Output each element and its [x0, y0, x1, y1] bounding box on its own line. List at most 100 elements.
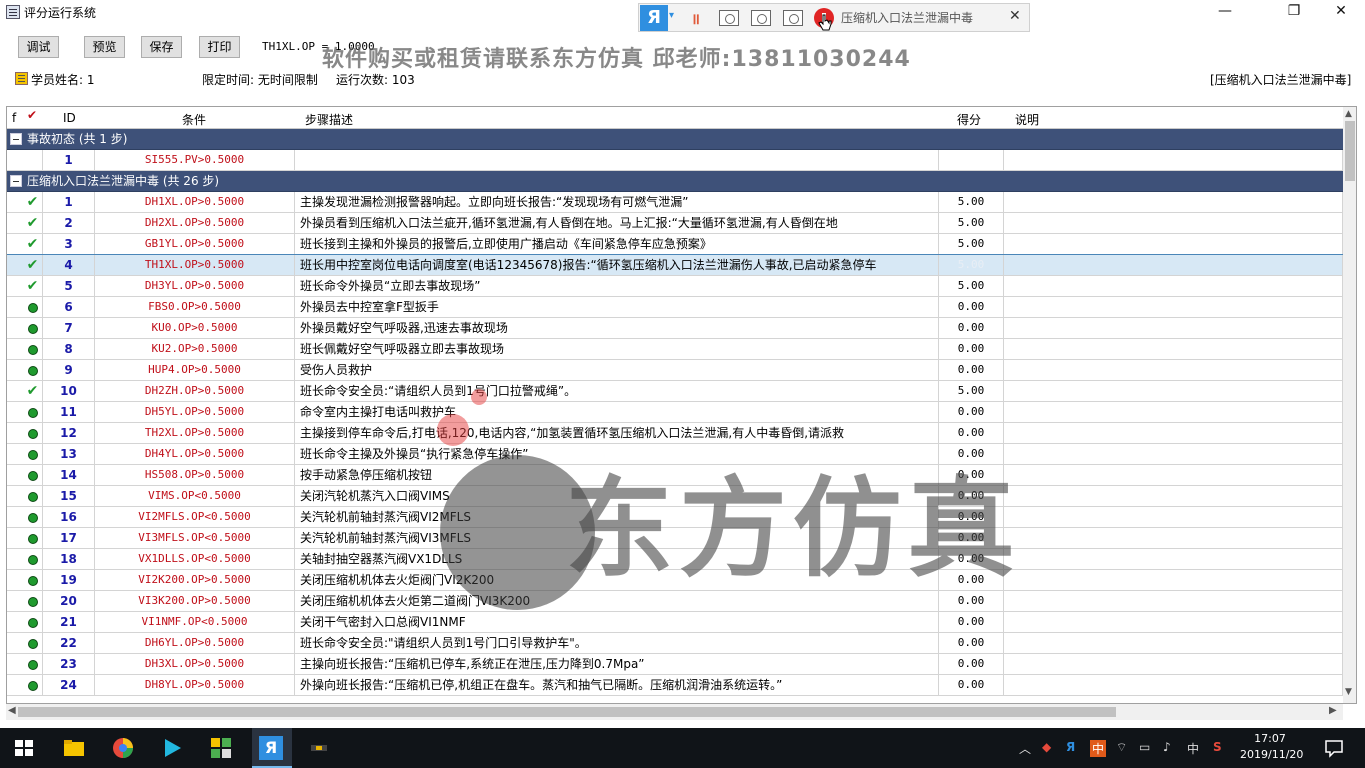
- scroll-down-icon[interactable]: ▼: [1345, 687, 1352, 697]
- table-row[interactable]: 19 VI2K200.OP>0.5000 关闭压缩机机体去火炬阀门VI2K200 0.…: [7, 570, 1343, 591]
- close-button[interactable]: ✕: [1318, 0, 1364, 24]
- table-row[interactable]: 9 HUP4.OP>0.5000 受伤人员救护 0.00: [7, 360, 1343, 381]
- tray-expand-icon[interactable]: ︿: [1019, 740, 1031, 757]
- table-row[interactable]: 15 VIMS.OP<0.5000 关闭汽轮机蒸汽入口阀VIMS 0.00: [7, 486, 1343, 507]
- wifi-icon[interactable]: ⌔: [1116, 740, 1127, 755]
- status-dot-icon: [27, 302, 38, 313]
- recorder-camera-icon[interactable]: [751, 10, 771, 26]
- print-button[interactable]: 打印: [199, 36, 240, 58]
- simulation-app-icon[interactable]: [209, 736, 233, 760]
- status-dot-icon: [27, 596, 38, 607]
- table-row[interactable]: 23 DH3XL.OP>0.5000 主操向班长报告:“压缩机已停车,系统正在泄压,…: [7, 654, 1343, 675]
- horizontal-scrollbar[interactable]: ◀ ▶: [6, 704, 1343, 720]
- table-row[interactable]: 16 VI2MFLS.OP<0.5000 关汽轮机前轴封蒸汽阀VI2MFLS 0.00: [7, 507, 1343, 528]
- recorder-logo-icon[interactable]: Я: [640, 5, 668, 31]
- maximize-button[interactable]: ❐: [1271, 0, 1317, 24]
- tray-ime-icon[interactable]: 中: [1090, 740, 1107, 757]
- table-row[interactable]: ✔ 2 DH2XL.OP>0.5000 外操员看到压缩机入口法兰疵开,循环氢泄漏,有人…: [7, 213, 1343, 234]
- table-row[interactable]: 18 VX1DLLS.OP<0.5000 关轴封抽空器蒸汽阀VX1DLLS 0.00: [7, 549, 1343, 570]
- volume-icon[interactable]: ♪: [1163, 740, 1171, 754]
- cell-condition: DH3YL.OP>0.5000: [95, 276, 295, 296]
- cell-condition: VI3MFLS.OP<0.5000: [95, 528, 295, 548]
- recorder-menu-arrow-icon[interactable]: ▾: [669, 10, 674, 21]
- status-dot-icon: [27, 617, 38, 628]
- table-row[interactable]: 6 FBS0.OP>0.5000 外操员去中控室拿F型扳手 0.00: [7, 297, 1343, 318]
- table-row[interactable]: ✔ 5 DH3YL.OP>0.5000 班长命令外操员“立即去事故现场” 5.00: [7, 276, 1343, 297]
- notification-icon[interactable]: [1322, 736, 1346, 760]
- scroll-up-icon[interactable]: ▲: [1345, 109, 1352, 119]
- tray-app-icon[interactable]: ◆: [1042, 740, 1051, 754]
- table-row[interactable]: 12 TH2XL.OP>0.5000 主操接到停车命令后,打电话,120,电话内容,…: [7, 423, 1343, 444]
- file-explorer-icon[interactable]: [62, 736, 86, 760]
- cell-f: [7, 507, 23, 527]
- tray-security-icon[interactable]: S: [1213, 740, 1222, 754]
- status-dot-icon: [27, 407, 38, 418]
- cell-id: 11: [43, 402, 95, 422]
- table-row[interactable]: 24 DH8YL.OP>0.5000 外操向班长报告:“压缩机已停,机组正在盘车。蒸…: [7, 675, 1343, 696]
- cell-id: 18: [43, 549, 95, 569]
- group-row[interactable]: 压缩机入口法兰泄漏中毒 (共 26 步): [7, 171, 1343, 192]
- cell-id: 1: [43, 150, 95, 170]
- header-condition[interactable]: 条件: [182, 111, 206, 128]
- tray-recorder-icon[interactable]: Я: [1066, 740, 1075, 754]
- collapse-icon[interactable]: [10, 133, 22, 145]
- debug-button[interactable]: 调试: [18, 36, 59, 58]
- table-row[interactable]: 8 KU2.OP>0.5000 班长佩戴好空气呼吸器立即去事故现场 0.00: [7, 339, 1343, 360]
- preview-button[interactable]: 预览: [84, 36, 125, 58]
- recorder-settings-icon[interactable]: [783, 10, 803, 26]
- table-row[interactable]: 20 VI3K200.OP>0.5000 关闭压缩机机体去火炬第二道阀门VI3K20…: [7, 591, 1343, 612]
- cell-f: [7, 612, 23, 632]
- table-row[interactable]: 11 DH5YL.OP>0.5000 命令室内主操打电话叫救护车 0.00: [7, 402, 1343, 423]
- horizontal-scroll-thumb[interactable]: [18, 707, 1116, 717]
- table-row[interactable]: ✔ 1 DH1XL.OP>0.5000 主操发现泄漏检测报警器响起。立即向班长报告:“…: [7, 192, 1343, 213]
- header-step[interactable]: 步骤描述: [305, 111, 353, 128]
- grid-header: f ✔ ID 条件 步骤描述 得分 说明: [7, 107, 1343, 129]
- table-row[interactable]: 21 VI1NMF.OP<0.5000 关闭干气密封入口总阀VI1NMF 0.00: [7, 612, 1343, 633]
- table-row[interactable]: 1 SI555.PV>0.5000: [7, 150, 1343, 171]
- audio-app-icon[interactable]: [307, 736, 331, 760]
- vertical-scroll-thumb[interactable]: [1345, 121, 1355, 181]
- minimize-button[interactable]: —: [1202, 0, 1248, 24]
- cell-note: [1004, 465, 1343, 485]
- table-row[interactable]: ✔ 10 DH2ZH.OP>0.5000 班长命令安全员:“请组织人员到1号门口拉警戒…: [7, 381, 1343, 402]
- table-row[interactable]: 13 DH4YL.OP>0.5000 班长命令主操及外操员“执行紧急停车操作” 0.0…: [7, 444, 1343, 465]
- table-row[interactable]: ✔ 4 TH1XL.OP>0.5000 班长用中控室岗位电话向调度室(电话123456…: [7, 254, 1344, 277]
- cell-score: 5.00: [939, 381, 1004, 401]
- battery-icon[interactable]: ▭: [1139, 740, 1150, 754]
- scroll-right-icon[interactable]: ▶: [1329, 705, 1337, 716]
- cell-note: [1004, 318, 1343, 338]
- save-button[interactable]: 保存: [141, 36, 182, 58]
- table-row[interactable]: 17 VI3MFLS.OP<0.5000 关汽轮机前轴封蒸汽阀VI3MFLS 0.00: [7, 528, 1343, 549]
- header-score[interactable]: 得分: [957, 111, 981, 128]
- header-f: f: [12, 111, 17, 125]
- recorder-close-icon[interactable]: ✕: [1009, 8, 1021, 24]
- cell-step: 命令室内主操打电话叫救护车: [295, 402, 939, 422]
- vertical-scrollbar[interactable]: ▲ ▼: [1343, 107, 1356, 703]
- cell-f: [7, 150, 23, 170]
- status-dot-icon: [27, 575, 38, 586]
- cell-step: 外操向班长报告:“压缩机已停,机组正在盘车。蒸汽和抽气已隔断。压缩机润滑油系统运…: [295, 675, 939, 695]
- collapse-icon[interactable]: [10, 175, 22, 187]
- browser-icon[interactable]: [111, 736, 135, 760]
- table-row[interactable]: 7 KU0.OP>0.5000 外操员戴好空气呼吸器,迅速去事故现场 0.00: [7, 318, 1343, 339]
- group-row[interactable]: 事故初态 (共 1 步): [7, 129, 1343, 150]
- media-player-icon[interactable]: [160, 736, 184, 760]
- windows-start-icon[interactable]: [12, 736, 36, 760]
- header-id[interactable]: ID: [63, 111, 76, 125]
- time-limit: 限定时间: 无时间限制: [202, 73, 318, 87]
- table-row[interactable]: ✔ 3 GB1YL.OP>0.5000 班长接到主操和外操员的报警后,立即使用广播启动…: [7, 234, 1343, 255]
- cell-condition: KU0.OP>0.5000: [95, 318, 295, 338]
- clock[interactable]: 17:07 2019/11/20: [1240, 731, 1303, 763]
- scroll-left-icon[interactable]: ◀: [8, 705, 16, 716]
- table-row[interactable]: 22 DH6YL.OP>0.5000 班长命令安全员:"请组织人员到1号门口引导救护…: [7, 633, 1343, 654]
- recorder-pause-icon[interactable]: ॥: [691, 9, 700, 29]
- table-row[interactable]: 14 HS508.OP>0.5000 按手动紧急停压缩机按钮 0.00: [7, 465, 1343, 486]
- recorder-app-icon[interactable]: Я: [259, 736, 283, 760]
- recorder-title-input[interactable]: 压缩机入口法兰泄漏中毒: [841, 9, 1006, 27]
- ime-language[interactable]: 中: [1187, 740, 1199, 757]
- cell-status: ✔: [23, 255, 43, 275]
- cell-f: [7, 339, 23, 359]
- header-note[interactable]: 说明: [1015, 111, 1039, 128]
- recorder-screenshot-icon[interactable]: [719, 10, 739, 26]
- cell-note: [1004, 654, 1343, 674]
